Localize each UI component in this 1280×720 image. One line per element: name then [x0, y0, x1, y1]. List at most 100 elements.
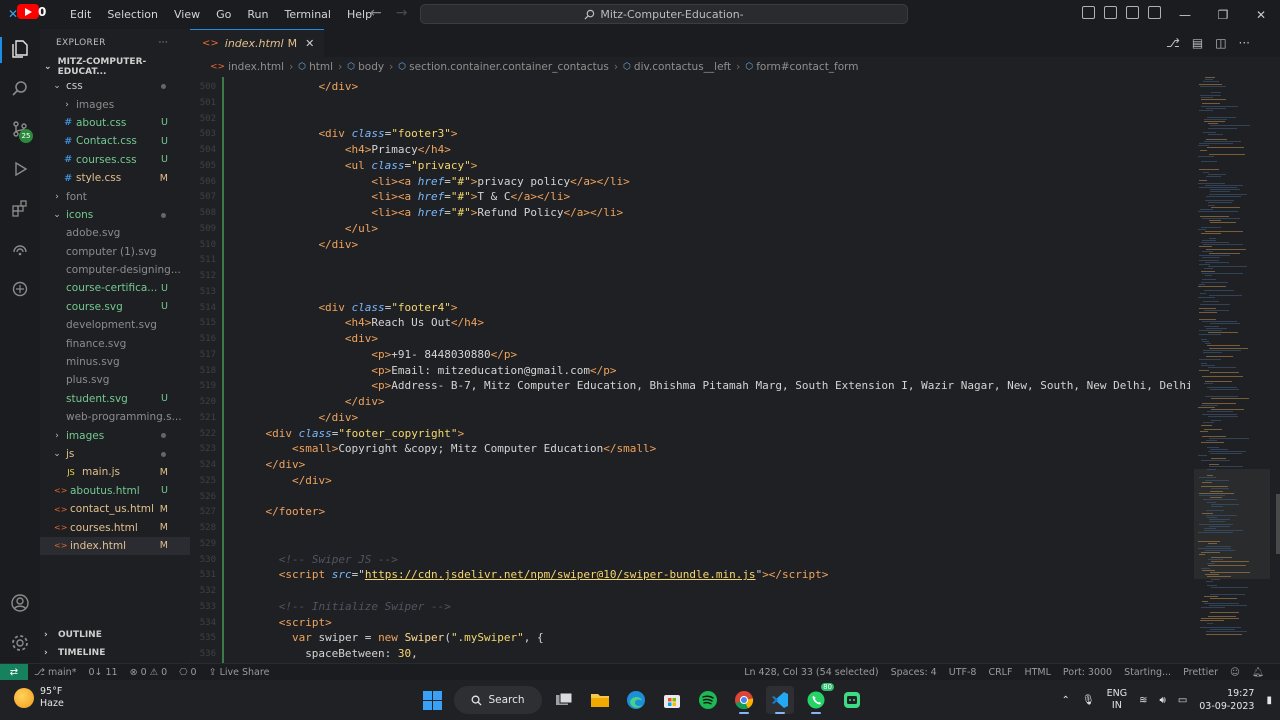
- tree-file[interactable]: # about.css U: [40, 114, 190, 132]
- android-app-icon[interactable]: [838, 686, 866, 714]
- input-language[interactable]: ENG IN: [1107, 688, 1127, 712]
- breadcrumb-item[interactable]: html: [309, 61, 333, 73]
- show-hidden-icons-icon[interactable]: ⌃: [1062, 695, 1070, 706]
- language-mode[interactable]: HTML: [1018, 667, 1056, 678]
- start-button[interactable]: [418, 686, 446, 714]
- tree-folder[interactable]: › font: [40, 187, 190, 205]
- edge-browser-icon[interactable]: [622, 686, 650, 714]
- open-preview-icon[interactable]: ▤: [1192, 36, 1203, 50]
- breadcrumb-item[interactable]: body: [358, 61, 384, 73]
- workspace-root[interactable]: ⌄ MITZ-COMPUTER-EDUCAT...: [40, 57, 190, 77]
- tree-folder[interactable]: ⌄ icons: [40, 206, 190, 224]
- liveshare-status[interactable]: ⇪ Live Share: [203, 667, 276, 678]
- extensions-icon[interactable]: [8, 197, 32, 221]
- tree-folder[interactable]: ⌄ js: [40, 445, 190, 463]
- tree-file[interactable]: # Contact.css U: [40, 132, 190, 150]
- breadcrumb-item[interactable]: index.html: [228, 61, 284, 73]
- toggle-secondary-sidebar-icon[interactable]: [1126, 6, 1139, 19]
- whatsapp-icon[interactable]: 80: [802, 683, 834, 714]
- prettier-status[interactable]: Prettier: [1177, 667, 1224, 678]
- tree-folder[interactable]: ⌄ css: [40, 77, 190, 95]
- compare-changes-icon[interactable]: ⎇: [1166, 36, 1180, 50]
- tree-file[interactable]: finance.svg: [40, 334, 190, 352]
- tree-file[interactable]: # style.css M: [40, 169, 190, 187]
- close-icon[interactable]: ✕: [305, 37, 314, 50]
- tree-file[interactable]: web-programming.s...: [40, 408, 190, 426]
- microphone-icon[interactable]: 🎙︎: [1082, 695, 1095, 706]
- tree-file[interactable]: <> courses.html M: [40, 518, 190, 536]
- menu-terminal[interactable]: Terminal: [276, 0, 339, 29]
- tree-folder[interactable]: › images: [40, 95, 190, 113]
- explorer-icon[interactable]: [8, 37, 32, 61]
- menu-run[interactable]: Run: [239, 0, 276, 29]
- cursor-position[interactable]: Ln 428, Col 33 (54 selected): [738, 667, 884, 678]
- tree-file[interactable]: adobe.svg: [40, 224, 190, 242]
- tree-folder[interactable]: › images: [40, 426, 190, 444]
- line-ending[interactable]: CRLF: [982, 667, 1018, 678]
- toggle-panel-icon[interactable]: [1104, 6, 1117, 19]
- microsoft-store-icon[interactable]: [658, 686, 686, 714]
- breadcrumb-item[interactable]: div.contactus__left: [634, 61, 731, 73]
- wifi-icon[interactable]: ≋: [1139, 695, 1147, 706]
- menu-view[interactable]: View: [166, 0, 208, 29]
- toggle-sidebar-icon[interactable]: [1082, 6, 1095, 19]
- tree-file[interactable]: <> index.html M: [40, 536, 190, 556]
- menu-edit[interactable]: Edit: [62, 0, 99, 29]
- menu-go[interactable]: Go: [208, 0, 239, 29]
- timeline-section[interactable]: › TIMELINE: [40, 644, 190, 662]
- tree-file[interactable]: student.svg U: [40, 390, 190, 408]
- feedback-icon[interactable]: ☺: [1224, 667, 1246, 678]
- more-actions-icon[interactable]: ···: [1239, 36, 1250, 50]
- tree-file[interactable]: computer-designing...: [40, 261, 190, 279]
- problems-status[interactable]: ⊗ 0 ⚠ 0: [124, 667, 174, 678]
- tree-file[interactable]: JS main.js M: [40, 463, 190, 481]
- back-arrow-icon[interactable]: ←: [370, 5, 382, 21]
- run-debug-icon[interactable]: [8, 157, 32, 181]
- menu-selection[interactable]: Selection: [99, 0, 166, 29]
- command-center[interactable]: Mitz-Computer-Education-: [420, 4, 908, 24]
- file-explorer-icon[interactable]: [586, 686, 614, 714]
- settings-gear-icon[interactable]: [8, 631, 32, 655]
- split-editor-icon[interactable]: ◫: [1215, 36, 1226, 50]
- notification-icon[interactable]: ▮: [1266, 695, 1272, 706]
- clock[interactable]: 19:27 03-09-2023: [1199, 687, 1254, 713]
- remote-indicator-icon[interactable]: ⇄: [0, 663, 28, 681]
- forward-arrow-icon[interactable]: →: [396, 5, 408, 21]
- taskbar-search[interactable]: Search: [454, 686, 542, 714]
- close-window-icon[interactable]: ✕: [1242, 0, 1280, 29]
- more-actions-icon[interactable]: ···: [159, 38, 168, 48]
- tree-file[interactable]: <> contact_us.html M: [40, 500, 190, 518]
- ports-status[interactable]: ⎔ 0: [173, 667, 202, 678]
- tree-file[interactable]: course-certifica... U: [40, 279, 190, 297]
- maximize-icon[interactable]: ❐: [1204, 0, 1242, 29]
- remote-explorer-icon[interactable]: [8, 237, 32, 261]
- encoding[interactable]: UTF-8: [943, 667, 983, 678]
- breadcrumb-item[interactable]: section.container.container_contactus: [409, 61, 609, 73]
- tab-index-html[interactable]: <> index.html M ✕: [190, 29, 325, 57]
- vertical-scrollbar[interactable]: [1276, 494, 1280, 554]
- tree-file[interactable]: minus.svg: [40, 353, 190, 371]
- tree-file[interactable]: computer (1).svg: [40, 243, 190, 261]
- outline-section[interactable]: › OUTLINE: [40, 626, 190, 644]
- indentation[interactable]: Spaces: 4: [885, 667, 943, 678]
- breadcrumb-item[interactable]: form#contact_form: [756, 61, 858, 73]
- customize-layout-icon[interactable]: [1148, 6, 1161, 19]
- tree-file[interactable]: # courses.css U: [40, 151, 190, 169]
- tree-file[interactable]: development.svg: [40, 316, 190, 334]
- tree-file[interactable]: plus.svg: [40, 371, 190, 389]
- chatgpt-icon[interactable]: [8, 277, 32, 301]
- tree-file[interactable]: <> aboutus.html U: [40, 482, 190, 500]
- notifications-bell-icon[interactable]: 🔔︎: [1246, 667, 1270, 678]
- search-view-icon[interactable]: [8, 77, 32, 101]
- branch-status[interactable]: ⎇ main*: [28, 667, 82, 678]
- starting-status[interactable]: Starting...: [1118, 667, 1177, 678]
- weather-widget[interactable]: 95°F Haze: [14, 686, 64, 710]
- code-view[interactable]: 500 </div> 501 502 503 <div class="footer3"> 5…: [190, 77, 1190, 663]
- vscode-taskbar-icon[interactable]: [766, 686, 794, 714]
- tree-file[interactable]: course.svg U: [40, 298, 190, 316]
- battery-icon[interactable]: ▭: [1178, 695, 1187, 706]
- live-server-port[interactable]: Port: 3000: [1057, 667, 1118, 678]
- chrome-icon[interactable]: [730, 686, 758, 714]
- minimize-icon[interactable]: —: [1166, 0, 1204, 29]
- task-view-icon[interactable]: [550, 686, 578, 714]
